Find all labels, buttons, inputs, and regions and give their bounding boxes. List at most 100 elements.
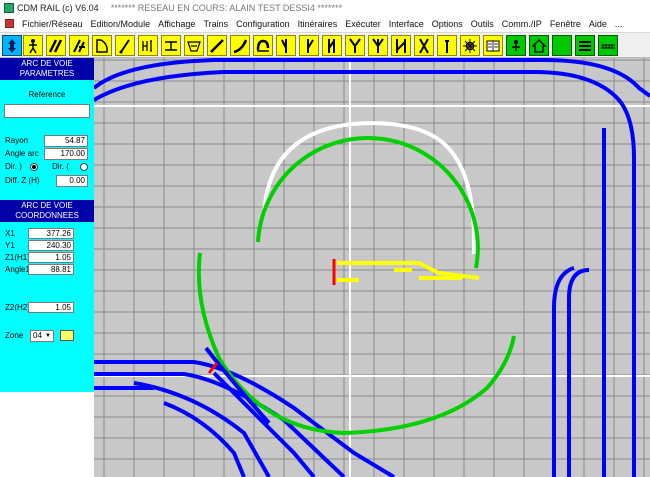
loop-track-icon [256,39,270,52]
double-turnout-icon [328,38,335,53]
window-title: ******* RESEAU EN COURS: ALAIN TEST DESS… [110,3,342,13]
z1-field[interactable]: 1.05 [28,252,74,263]
angle1-label: Angle1 [5,265,30,274]
reference-label: Reference [28,90,66,99]
dir-left-radio[interactable] [80,163,88,171]
wye-icon [349,37,361,53]
coords-header: ARC DE VOIE COORDONNEES [0,200,94,222]
person-green-icon [512,39,520,51]
green-person-tool-button[interactable] [506,35,526,56]
grid [94,58,650,477]
angle-arc-field[interactable]: 170.00 [44,148,88,160]
menu-trains[interactable]: Trains [199,19,232,29]
thin-track-icon [445,39,449,53]
book-tool-button[interactable] [483,35,503,56]
switch-tool-button[interactable] [69,35,89,56]
three-way-tool-button[interactable] [368,35,388,56]
toolbar [0,32,650,58]
app-icon [4,3,14,13]
menu-fenetre[interactable]: Fenêtre [546,19,585,29]
turnout-left-tool-button[interactable] [276,35,296,56]
height-tool-button[interactable] [138,35,158,56]
dir-right-label: Dir. ) [5,162,22,171]
system-menu-icon[interactable] [5,19,14,28]
arc-shape-icon [96,38,108,53]
pointer-tool-button[interactable] [115,35,135,56]
switch-icon [73,39,85,52]
gear-tool-button[interactable] [460,35,480,56]
menu-interface[interactable]: Interface [385,19,428,29]
cross-tool-button[interactable] [414,35,434,56]
x1-field[interactable]: 377.26 [28,228,74,239]
dir-right-radio[interactable] [30,163,38,171]
curve-track-icon [233,39,248,53]
move-icon [8,38,16,53]
slip-tool-button[interactable] [391,35,411,56]
bottom-yard-4 [163,401,246,477]
right-curve-a [567,268,590,477]
menu-outils[interactable]: Outils [467,19,498,29]
reference-field[interactable] [4,104,90,118]
params-header-line2: PARAMETRES [19,69,75,78]
three-way-icon [372,37,384,53]
menu-comm-ip[interactable]: Comm./IP [498,19,546,29]
zone-value: 04 [33,331,42,340]
book-icon [486,40,500,51]
double-track-icon [48,38,63,53]
green-block-tool-button[interactable] [552,35,572,56]
params-header: ARC DE VOIE PARAMETRES [0,58,94,80]
ruler-tool-button[interactable] [598,35,618,56]
lines-tool-button[interactable] [575,35,595,56]
basket-icon [187,40,201,52]
person-tool-button[interactable] [23,35,43,56]
diff-z-label: Diff. Z (H) [5,176,40,185]
z2-field[interactable]: 1.05 [28,302,74,313]
bridge-icon [165,40,177,51]
height-icon [142,39,152,52]
menu-more[interactable]: ... [611,19,627,29]
turnout-right-tool-button[interactable] [299,35,319,56]
bridge-tool-button[interactable] [161,35,181,56]
top-track-outer [94,58,650,98]
straight-tool-button[interactable] [207,35,227,56]
pointer-icon [119,38,130,53]
rayon-label: Rayon [5,136,29,145]
wye-tool-button[interactable] [345,35,365,56]
menu-edition[interactable]: Edition/Module [87,19,155,29]
menu-fichier[interactable]: Fichier/Réseau [18,19,87,29]
house-icon [531,38,547,53]
person-icon [29,38,37,53]
menu-options[interactable]: Options [428,19,467,29]
zone-select[interactable]: 04 ▼ [30,330,54,342]
track-drawing[interactable] [94,58,650,477]
angle1-field[interactable]: 88.81 [28,264,74,275]
menu-configuration[interactable]: Configuration [232,19,294,29]
green-house-tool-button[interactable] [529,35,549,56]
curve-tool-button[interactable] [230,35,250,56]
gear-icon [463,38,477,53]
diff-z-field[interactable]: 0.00 [56,175,88,187]
thin-tool-button[interactable] [437,35,457,56]
zone-label: Zone [5,331,24,340]
menu-itineraires[interactable]: Itinéraires [294,19,342,29]
menu-aide[interactable]: Aide [585,19,611,29]
basket-tool-button[interactable] [184,35,204,56]
straight-track-icon [210,38,224,53]
rayon-field[interactable]: 54.87 [44,135,88,147]
block-icon [554,38,570,54]
menu-executer[interactable]: Exécuter [341,19,385,29]
properties-panel: ARC DE VOIE PARAMETRES Reference Rayon 5… [0,58,94,477]
double-track-tool-button[interactable] [46,35,66,56]
move-tool-button[interactable] [2,35,22,56]
layout-canvas[interactable] [94,58,650,477]
dropdown-arrow-icon: ▼ [45,333,51,339]
arc-shape-tool-button[interactable] [92,35,112,56]
double-turnout-tool-button[interactable] [322,35,342,56]
menu-affichage[interactable]: Affichage [154,19,199,29]
lines-icon [579,40,591,51]
loop-tool-button[interactable] [253,35,273,56]
zone-color-swatch[interactable] [60,330,74,341]
turnout-left-icon [281,38,287,53]
y1-field[interactable]: 240.30 [28,240,74,251]
dir-left-label: Dir. ( [52,162,69,171]
